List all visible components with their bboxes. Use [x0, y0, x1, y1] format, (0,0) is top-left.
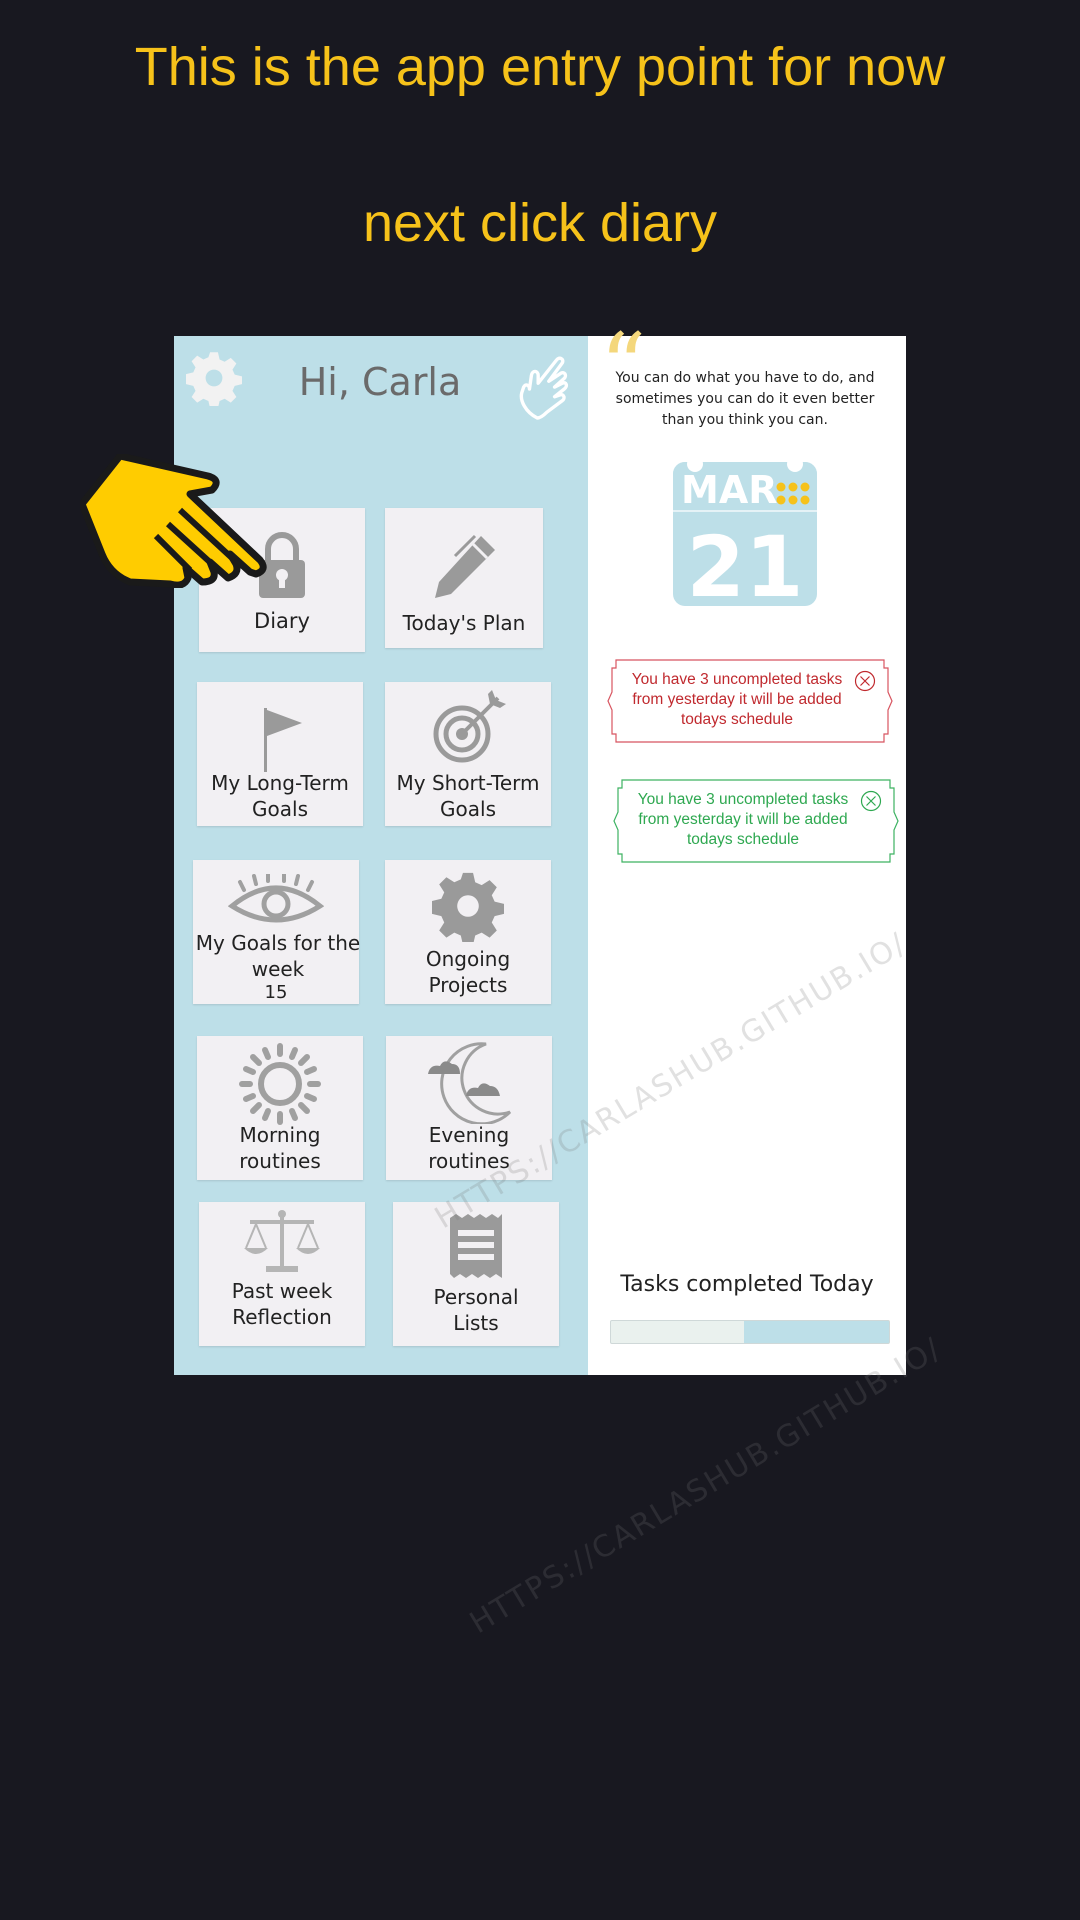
tile-label: My Goals for the week: [195, 931, 361, 981]
caption-line-1: This is the app entry point for now: [134, 37, 946, 97]
scales-icon: [244, 1210, 320, 1272]
tile-label: Past week Reflection: [231, 1279, 333, 1329]
close-icon[interactable]: [854, 670, 876, 692]
tasks-progress-fill: [611, 1321, 745, 1343]
past-week-reflection-tile[interactable]: Past week Reflection: [199, 1202, 365, 1346]
calendar-month: MAR: [681, 468, 777, 512]
settings-gear-icon[interactable]: [186, 350, 242, 406]
tasks-progress-bar: [610, 1320, 890, 1344]
todays-plan-tile[interactable]: Today's Plan: [385, 508, 543, 648]
greeting-title: Hi, Carla: [298, 360, 462, 404]
notice-text: You have 3 uncompleted tasks from yester…: [631, 671, 843, 728]
hand-pointer-icon[interactable]: [514, 354, 572, 424]
flag-icon: [264, 708, 302, 772]
watermark: HTTPS://CARLASHUB.GITHUB.IO/: [464, 1330, 949, 1642]
tile-label: Ongoing Projects: [425, 947, 511, 997]
motivational-quote: You can do what you have to do, and some…: [615, 370, 875, 428]
tile-label: My Long-Term Goals: [211, 771, 349, 821]
caption-line-2: next click diary: [362, 193, 718, 253]
gear-icon: [432, 872, 504, 942]
tile-label: Today's Plan: [402, 611, 526, 635]
dashboard-panel: “ You can do what you have to do, and so…: [588, 322, 906, 1375]
moon-icon: [428, 1042, 512, 1124]
personal-lists-tile[interactable]: Personal Lists: [393, 1202, 559, 1346]
ongoing-projects-tile[interactable]: Ongoing Projects: [385, 860, 551, 1004]
sun-icon: [239, 1043, 321, 1125]
tasks-completed-title: Tasks completed Today: [620, 1272, 874, 1297]
tile-label: My Short-Term Goals: [396, 771, 540, 821]
calendar-icon: MAR 21: [673, 460, 817, 608]
notice-text: You have 3 uncompleted tasks from yester…: [637, 791, 849, 848]
goals-count-badge: 15: [264, 982, 288, 1003]
pointing-hand-icon: [80, 454, 267, 588]
calendar-day: 21: [687, 518, 804, 608]
uncompleted-tasks-notice-red: You have 3 uncompleted tasks from yester…: [606, 658, 893, 744]
pencil-icon: [435, 534, 495, 598]
app-screen: Hi, Carla Diary Today's Plan My Long-Ter…: [174, 322, 948, 1641]
uncompleted-tasks-notice-green: You have 3 uncompleted tasks from yester…: [612, 778, 899, 864]
short-term-goals-tile[interactable]: My Short-Term Goals: [385, 682, 551, 826]
close-icon[interactable]: [860, 790, 882, 812]
tile-label: Diary: [254, 609, 310, 633]
eye-icon: [228, 874, 324, 923]
tile-label: Personal Lists: [433, 1285, 519, 1335]
goals-for-week-tile[interactable]: My Goals for the week 15: [193, 860, 361, 1004]
long-term-goals-tile[interactable]: My Long-Term Goals: [197, 682, 363, 826]
target-icon: [433, 690, 506, 763]
tile-label: Morning routines: [239, 1123, 321, 1173]
morning-routines-tile[interactable]: Morning routines: [197, 1036, 363, 1180]
